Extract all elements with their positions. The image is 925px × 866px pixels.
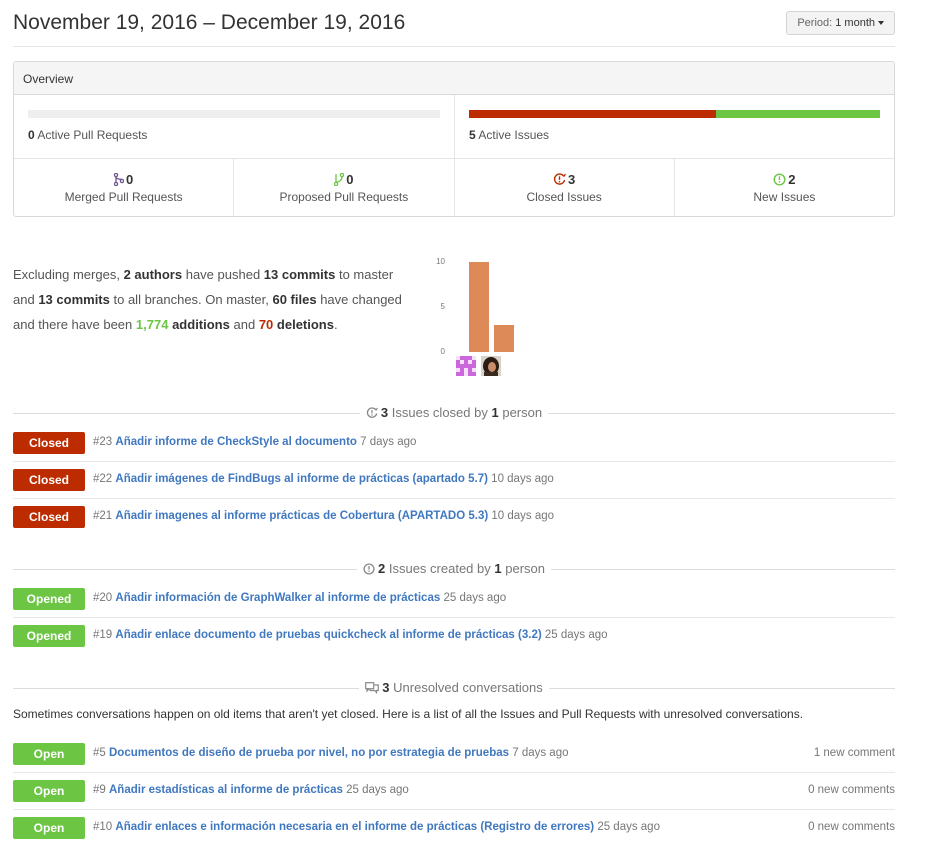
merged-prs-stat[interactable]: 0 Merged Pull Requests [14,159,233,216]
author-commits-chart: 10 5 0 [433,255,533,380]
status-badge[interactable]: Closed [13,469,85,491]
conversation-row: Open #10 Añadir enlaces e información ne… [13,810,895,847]
comment-discussion-icon [365,682,380,695]
period-dropdown[interactable]: Period: 1 month [786,11,895,35]
new-issues-count: 2 [788,172,796,187]
status-badge[interactable]: Open [13,743,85,765]
closed-issue-icon [366,407,378,418]
authors-count: 2 authors [123,267,183,282]
issues-closed-heading: 3 Issues closed by 1 person [13,405,895,425]
issue-link[interactable]: Añadir imágenes de FindBugs al informe d… [115,473,488,485]
conversations-note: Sometimes conversations happen on old it… [13,707,804,721]
unresolved-conversations-heading: 3 Unresolved conversations [13,680,895,700]
status-badge[interactable]: Open [13,817,85,839]
active-prs-bar [28,110,440,118]
additions-count: 1,774 [135,317,169,332]
active-prs-label: Active Pull Requests [37,128,148,142]
proposed-prs-label: Proposed Pull Requests [279,190,409,204]
issue-number: #20 [93,592,113,604]
issues-created-heading: 2 Issues created by 1 person [13,561,895,581]
y-tick-label: 5 [440,302,445,311]
overview-title: Overview [14,62,894,95]
issue-time: 25 days ago [346,784,409,796]
deletions-count: 70 [258,317,274,332]
issue-time: 7 days ago [360,436,417,448]
issue-time: 25 days ago [544,629,608,641]
issue-time: 25 days ago [443,592,507,604]
commits-master: 13 commits [263,267,336,282]
closed-issues-label: Closed Issues [526,190,602,204]
issue-link[interactable]: Añadir información de GraphWalker al inf… [115,592,440,604]
active-issues-block[interactable]: 5 Active Issues [454,95,894,158]
merged-prs-label: Merged Pull Requests [64,190,183,204]
chart-bar [469,262,489,352]
issue-number: #21 [93,510,113,522]
period-value: 1 month [835,17,875,29]
issue-link[interactable]: Añadir enlace documento de pruebas quick… [115,629,541,641]
issue-time: 7 days ago [512,747,569,759]
issue-row: Closed #23 Añadir informe de CheckStyle … [13,425,895,462]
conversation-row: Open #9 Añadir estadísticas al informe d… [13,773,895,810]
active-prs-count: 0 [28,128,35,142]
active-issues-label: Active Issues [478,128,550,142]
status-badge[interactable]: Closed [13,432,85,454]
issue-number: #10 [93,821,113,833]
page-header: November 19, 2016 – December 19, 2016 Pe… [13,0,895,47]
status-badge[interactable]: Opened [13,588,85,610]
issue-number: #9 [93,784,106,796]
new-issues-label: New Issues [753,190,816,204]
issue-row: Opened #20 Añadir información de GraphWa… [13,581,895,618]
status-badge[interactable]: Opened [13,625,85,647]
issue-number: #5 [93,747,106,759]
proposed-pr-icon [333,172,345,187]
issue-time: 10 days ago [491,473,554,485]
proposed-prs-stat[interactable]: 0 Proposed Pull Requests [233,159,453,216]
status-badge[interactable]: Closed [13,506,85,528]
y-tick-label: 10 [436,257,445,266]
issue-row: Closed #22 Añadir imágenes de FindBugs a… [13,462,895,499]
new-issues-bar-segment [715,110,880,118]
new-comments-count: 0 new comments [808,821,895,833]
author-avatar[interactable] [456,356,476,376]
caret-down-icon [878,21,884,26]
merged-pr-icon [113,172,125,187]
page-title: November 19, 2016 – December 19, 2016 [13,11,406,34]
period-label: Period: [797,17,833,29]
chart-bar [494,325,514,352]
merged-prs-count: 0 [126,172,134,187]
new-comments-count: 1 new comment [813,747,895,759]
new-issue-icon [363,563,375,575]
issue-row: Opened #19 Añadir enlace documento de pr… [13,618,895,655]
new-issue-icon [773,173,786,186]
issue-number: #22 [93,473,113,485]
files-changed: 60 files [272,292,317,307]
issue-row: Closed #21 Añadir imagenes al informe pr… [13,499,895,536]
overview-panel: Overview 0 Active Pull Requests 5 Active… [13,61,895,217]
closed-issues-count: 3 [568,172,576,187]
closed-issues-bar-segment [469,110,716,118]
issue-link[interactable]: Documentos de diseño de prueba por nivel… [109,747,509,759]
issue-number: #19 [93,629,113,641]
conversation-row: Open #5 Documentos de diseño de prueba p… [13,736,895,773]
issue-time: 10 days ago [491,510,555,522]
active-issues-bar [469,110,880,118]
closed-issue-icon [553,173,567,185]
active-prs-block[interactable]: 0 Active Pull Requests [14,95,454,158]
issue-number: #23 [93,436,113,448]
proposed-prs-count: 0 [346,172,354,187]
commits-all: 13 commits [38,292,110,307]
issue-time: 25 days ago [597,821,660,833]
author-avatar[interactable] [481,356,501,376]
new-issues-stat[interactable]: 2 New Issues [673,159,894,216]
commit-summary: Excluding merges, 2 authors have pushed … [13,267,402,332]
closed-issues-stat[interactable]: 3 Closed Issues [453,159,674,216]
y-tick-label: 0 [440,347,445,356]
status-badge[interactable]: Open [13,780,85,802]
issue-link[interactable]: Añadir informe de CheckStyle al document… [115,436,357,448]
new-comments-count: 0 new comments [808,784,895,796]
issue-link[interactable]: Añadir estadísticas al informe de prácti… [109,784,343,796]
issue-link[interactable]: Añadir enlaces e información necesaria e… [115,821,594,833]
active-issues-count: 5 [469,128,476,142]
issue-link[interactable]: Añadir imagenes al informe prácticas de … [115,510,488,522]
